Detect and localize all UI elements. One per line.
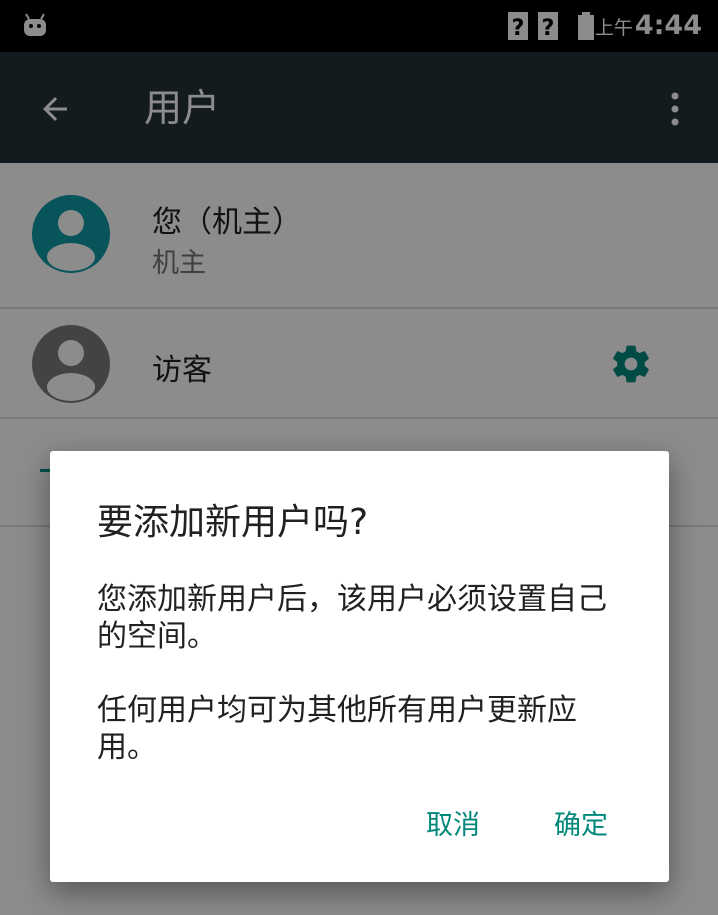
dialog-message-line-2: 任何用户均可为其他所有用户更新应用。 (97, 693, 577, 765)
dialog-message-line-1: 您添加新用户后，该用户必须设置自己的空间。 (97, 582, 607, 654)
dialog-title: 要添加新用户吗? (97, 502, 369, 543)
add-user-dialog: 要添加新用户吗? 您添加新用户后，该用户必须设置自己的空间。 任何用户均可为其他… (50, 451, 669, 882)
ok-button[interactable]: 确定 (554, 806, 608, 846)
cancel-button[interactable]: 取消 (426, 806, 480, 846)
dialog-message: 您添加新用户后，该用户必须设置自己的空间。 任何用户均可为其他所有用户更新应用。 (97, 581, 625, 766)
